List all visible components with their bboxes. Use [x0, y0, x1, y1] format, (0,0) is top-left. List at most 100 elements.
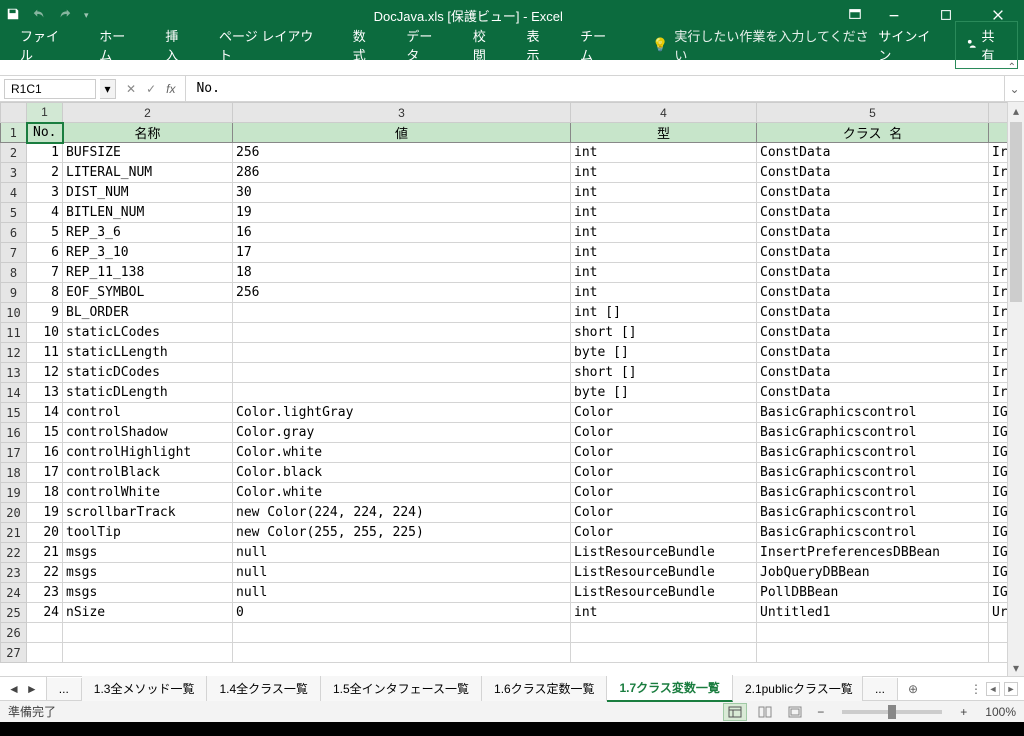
formula-input[interactable]: No.: [185, 76, 1004, 101]
cell-no[interactable]: 14: [27, 403, 63, 423]
cell-type[interactable]: Color: [571, 403, 757, 423]
row-header[interactable]: 2: [1, 143, 27, 163]
cell-class[interactable]: ConstData: [757, 323, 989, 343]
row-header[interactable]: 9: [1, 283, 27, 303]
cell-frag[interactable]: Ir: [989, 303, 1008, 323]
scroll-up-icon[interactable]: ▴: [1008, 102, 1024, 119]
cell-empty[interactable]: [571, 643, 757, 663]
cell-class[interactable]: ConstData: [757, 383, 989, 403]
sheet-tab-1[interactable]: 1.3全メソッド一覧: [82, 676, 208, 701]
cell-value[interactable]: 16: [233, 223, 571, 243]
cell-frag[interactable]: IG: [989, 583, 1008, 603]
cell-no[interactable]: 16: [27, 443, 63, 463]
tell-me-search[interactable]: 💡 実行したい作業を入力してください: [652, 26, 878, 64]
cell-frag[interactable]: Ur: [989, 603, 1008, 623]
row-header[interactable]: 27: [1, 643, 27, 663]
cell-no[interactable]: 24: [27, 603, 63, 623]
cell-class[interactable]: BasicGraphicscontrol: [757, 403, 989, 423]
cell-no[interactable]: 3: [27, 183, 63, 203]
cell-class[interactable]: BasicGraphicscontrol: [757, 423, 989, 443]
cell-name[interactable]: LITERAL_NUM: [63, 163, 233, 183]
tab-layout[interactable]: ページ レイアウト: [205, 20, 339, 70]
hscroll-left-icon[interactable]: ◄: [986, 682, 1000, 696]
cell-frag[interactable]: Ir: [989, 183, 1008, 203]
cell-frag[interactable]: Ir: [989, 283, 1008, 303]
cell-name[interactable]: msgs: [63, 543, 233, 563]
cell-empty[interactable]: [63, 643, 233, 663]
cell-class[interactable]: ConstData: [757, 183, 989, 203]
row-header-1[interactable]: 1: [1, 123, 27, 143]
cell-type[interactable]: ListResourceBundle: [571, 543, 757, 563]
cell-class[interactable]: ConstData: [757, 263, 989, 283]
hscroll-right-icon[interactable]: ►: [1004, 682, 1018, 696]
cell-frag[interactable]: Ir: [989, 363, 1008, 383]
row-header[interactable]: 26: [1, 623, 27, 643]
row-header[interactable]: 25: [1, 603, 27, 623]
row-header[interactable]: 16: [1, 423, 27, 443]
new-sheet-button[interactable]: ⊕: [898, 678, 928, 700]
cell-empty[interactable]: [571, 623, 757, 643]
cell-class[interactable]: ConstData: [757, 143, 989, 163]
row-header[interactable]: 22: [1, 543, 27, 563]
cell-type[interactable]: int: [571, 223, 757, 243]
cell-name[interactable]: controlShadow: [63, 423, 233, 443]
view-page-break-icon[interactable]: [783, 703, 807, 721]
cell-frag[interactable]: Ir: [989, 383, 1008, 403]
cell-name[interactable]: BUFSIZE: [63, 143, 233, 163]
col-header-next[interactable]: [989, 103, 1008, 123]
vertical-scrollbar[interactable]: ▴ ▾: [1007, 102, 1024, 676]
tab-data[interactable]: データ: [392, 20, 458, 70]
accept-formula-icon[interactable]: ✓: [146, 82, 156, 96]
row-header[interactable]: 10: [1, 303, 27, 323]
cell-no[interactable]: 5: [27, 223, 63, 243]
undo-icon[interactable]: [32, 7, 46, 24]
row-header[interactable]: 4: [1, 183, 27, 203]
cell-no[interactable]: 22: [27, 563, 63, 583]
cell-name[interactable]: BITLEN_NUM: [63, 203, 233, 223]
cell-value[interactable]: [233, 303, 571, 323]
row-header[interactable]: 6: [1, 223, 27, 243]
cell-frag[interactable]: Ir: [989, 263, 1008, 283]
zoom-slider-thumb[interactable]: [888, 705, 896, 719]
cell-no[interactable]: 13: [27, 383, 63, 403]
cell-name[interactable]: EOF_SYMBOL: [63, 283, 233, 303]
cell-type[interactable]: short []: [571, 363, 757, 383]
cell-name[interactable]: staticLCodes: [63, 323, 233, 343]
cell-value[interactable]: [233, 323, 571, 343]
cell-name[interactable]: staticLLength: [63, 343, 233, 363]
cell-no[interactable]: 18: [27, 483, 63, 503]
cell-frag[interactable]: Ir: [989, 323, 1008, 343]
cell-class[interactable]: ConstData: [757, 283, 989, 303]
cell-value[interactable]: null: [233, 583, 571, 603]
cell-value[interactable]: null: [233, 543, 571, 563]
row-header[interactable]: 12: [1, 343, 27, 363]
sheet-nav-prev-icon[interactable]: ◄: [8, 682, 20, 696]
cell-empty[interactable]: [27, 623, 63, 643]
cell-type[interactable]: int: [571, 283, 757, 303]
sheet-tab-2[interactable]: 1.4全クラス一覧: [207, 676, 320, 701]
sheet-tab-6[interactable]: 2.1publicクラス一覧: [733, 676, 863, 701]
cell-value[interactable]: Color.white: [233, 443, 571, 463]
sheet-tab-5[interactable]: 1.7クラス変数一覧: [607, 675, 732, 702]
cell-type[interactable]: Color: [571, 463, 757, 483]
cell-value[interactable]: 256: [233, 143, 571, 163]
cell-value[interactable]: [233, 363, 571, 383]
cell-type[interactable]: Color: [571, 483, 757, 503]
redo-icon[interactable]: [58, 7, 72, 24]
cell-name[interactable]: REP_3_6: [63, 223, 233, 243]
cell-name[interactable]: msgs: [63, 563, 233, 583]
cell-value[interactable]: 286: [233, 163, 571, 183]
row-header[interactable]: 8: [1, 263, 27, 283]
cell-no[interactable]: 10: [27, 323, 63, 343]
row-header[interactable]: 20: [1, 503, 27, 523]
col-header-1[interactable]: 1: [27, 103, 63, 123]
cell-type[interactable]: int: [571, 263, 757, 283]
cell-frag[interactable]: Ir: [989, 343, 1008, 363]
cell-class[interactable]: ConstData: [757, 343, 989, 363]
cell-type[interactable]: ListResourceBundle: [571, 563, 757, 583]
cell-value[interactable]: 19: [233, 203, 571, 223]
row-header[interactable]: 3: [1, 163, 27, 183]
cell-type[interactable]: int: [571, 163, 757, 183]
cell-no[interactable]: 21: [27, 543, 63, 563]
cell-value[interactable]: new Color(224, 224, 224): [233, 503, 571, 523]
